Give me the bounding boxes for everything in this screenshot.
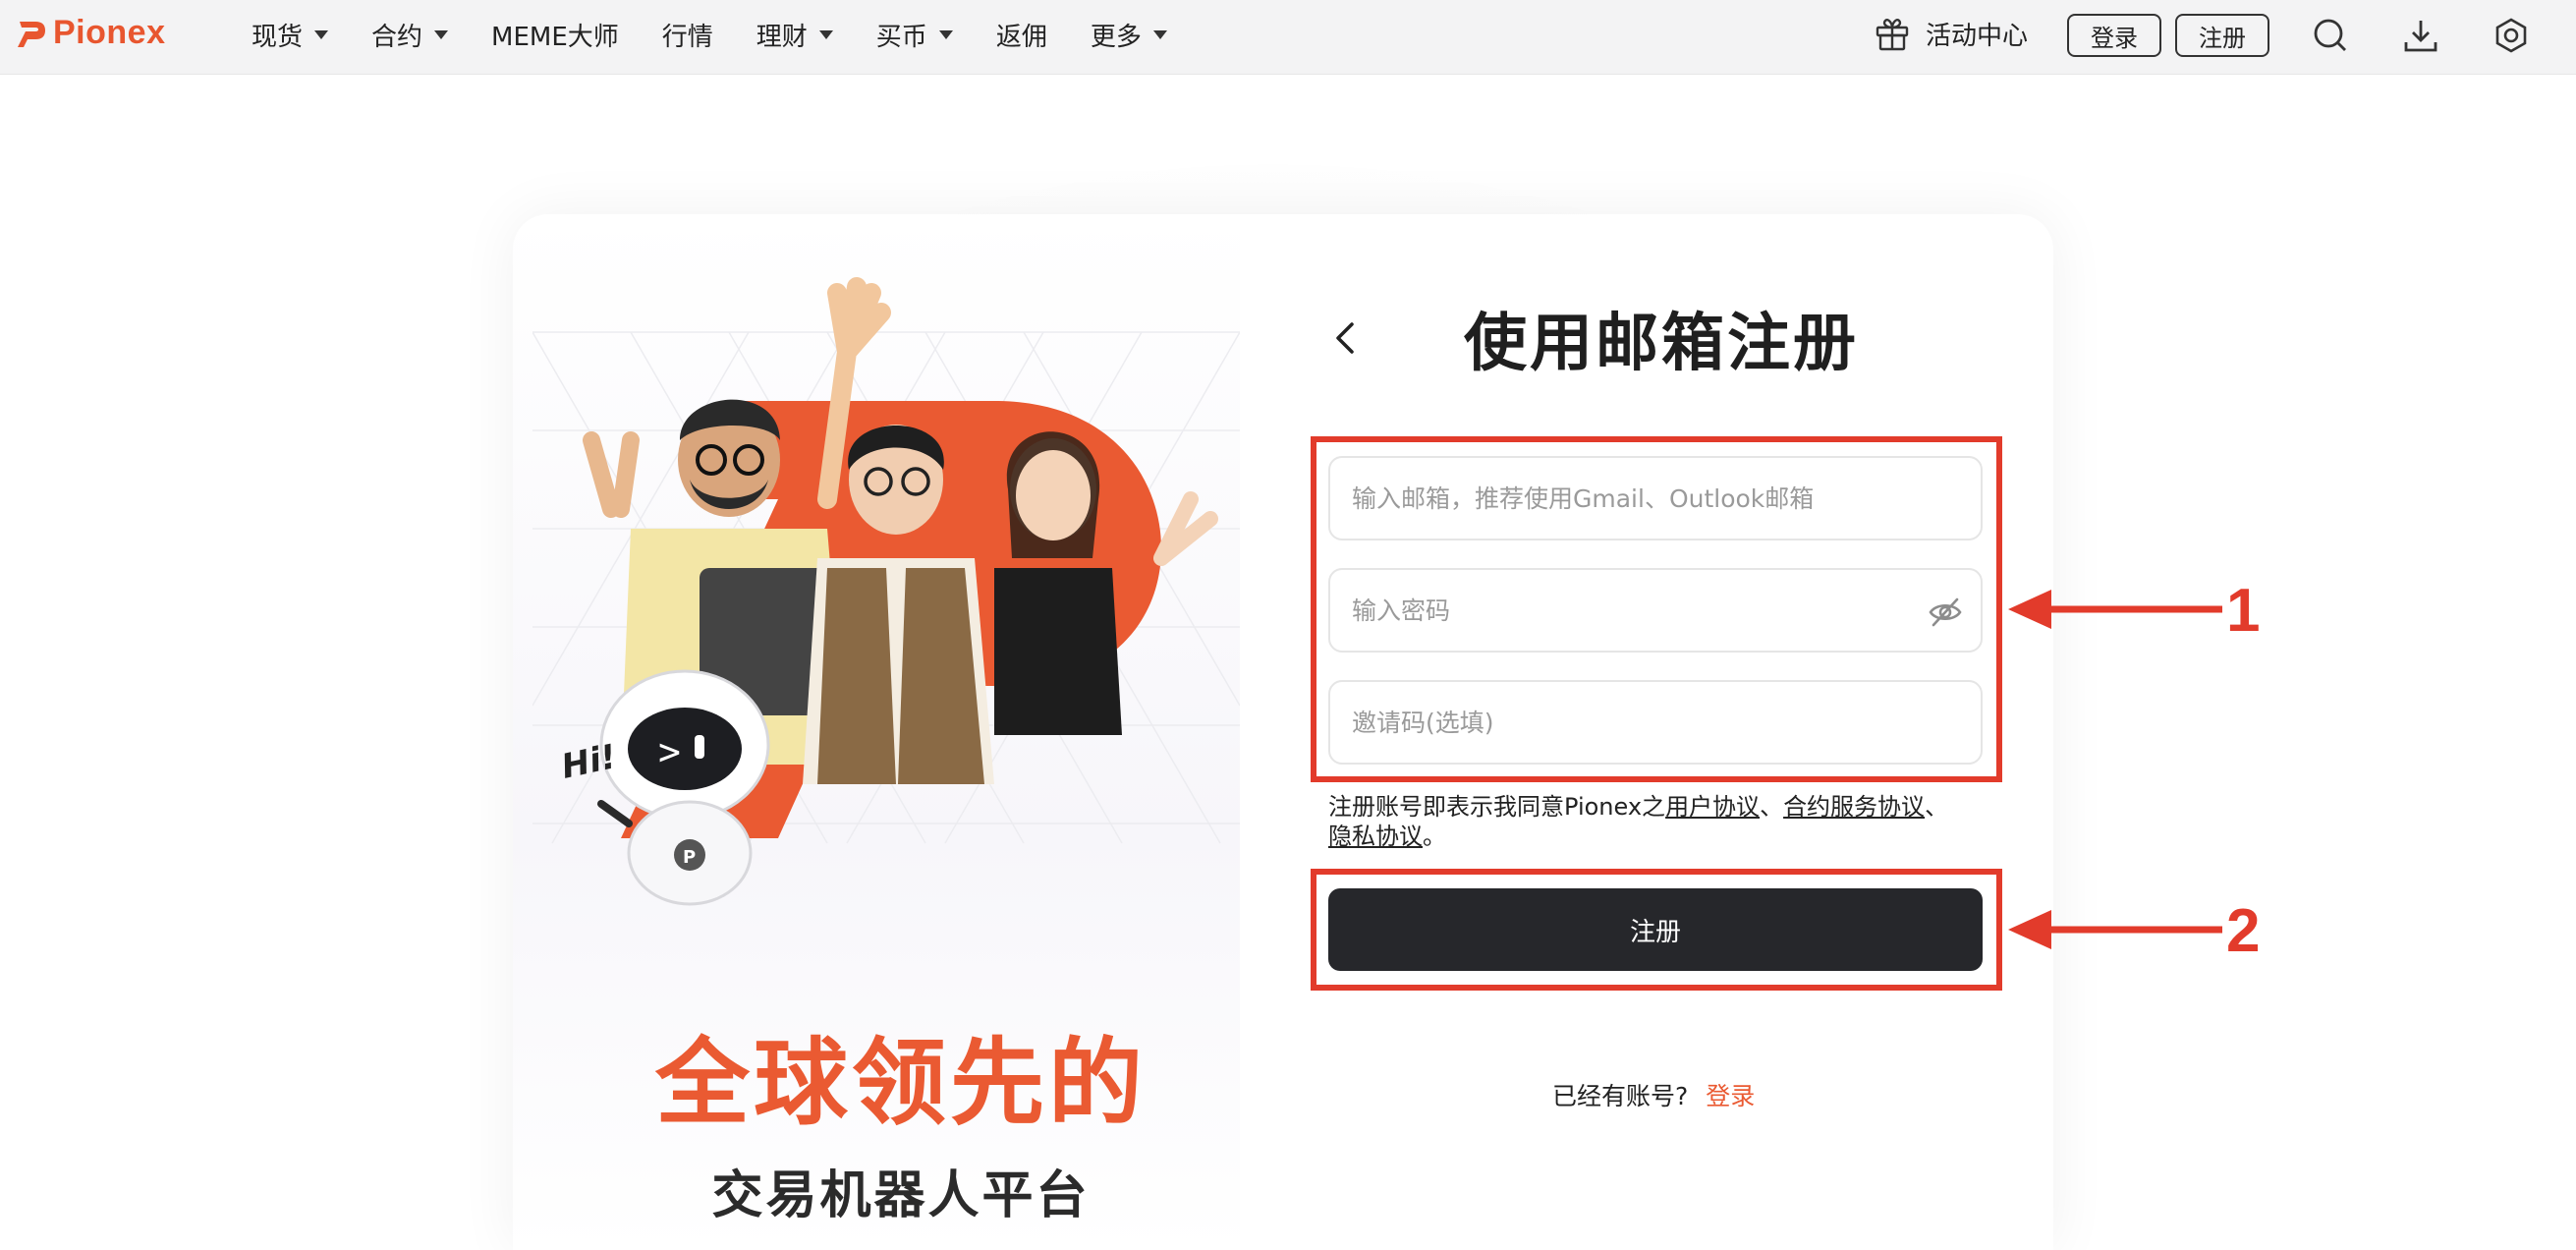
menu-label: 理财: [756, 22, 808, 52]
menu-spot[interactable]: 现货: [252, 17, 329, 53]
menu-label: 返佣: [995, 22, 1047, 52]
menu-label: 合约: [371, 22, 423, 52]
pionex-logo[interactable]: Pionex: [16, 14, 165, 52]
activity-center-link[interactable]: 活动中心: [1873, 14, 2028, 53]
annotation-label-2: 2: [2226, 897, 2261, 965]
agreement-end: 。: [1423, 823, 1446, 850]
annotation-box-1: [1311, 436, 2002, 782]
caret-down-icon: [434, 29, 449, 39]
caret-down-icon: [1152, 29, 1167, 39]
promo-panel: > P Hi! 全球领先的 交易机器人平台: [513, 214, 1240, 1250]
login-button[interactable]: 登录: [2067, 14, 2161, 57]
svg-text:>: >: [658, 730, 681, 773]
agreement-prefix: 注册账号即表示我同意Pionex之: [1328, 793, 1666, 821]
have-account-text: 已经有账号?: [1552, 1082, 1689, 1110]
have-account-line: 已经有账号? 登录: [1552, 1077, 1755, 1112]
promo-subtitle: 交易机器人平台: [711, 1166, 1091, 1225]
settings-icon: [2495, 18, 2527, 53]
menu-rebate[interactable]: 返佣: [996, 17, 1047, 53]
menu-meme[interactable]: MEME大师: [491, 17, 619, 53]
settings-button[interactable]: [2492, 16, 2531, 55]
register-button[interactable]: 注册: [2175, 14, 2269, 57]
menu-futures[interactable]: 合约: [371, 17, 449, 53]
agreement-separator: 、: [1925, 793, 1949, 821]
annotation-arrow-1: [2008, 590, 2222, 629]
login-link[interactable]: 登录: [1706, 1082, 1755, 1110]
logo-text: Pionex: [53, 14, 166, 51]
menu-market[interactable]: 行情: [662, 17, 713, 53]
user-agreement-link[interactable]: 用户协议: [1665, 793, 1760, 821]
annotation-arrow-2: [2008, 910, 2222, 949]
agreement-separator: 、: [1760, 793, 1784, 821]
menu-label: MEME大师: [491, 22, 619, 52]
menu-more[interactable]: 更多: [1091, 17, 1167, 53]
promo-title: 全球领先的: [655, 1028, 1147, 1138]
annotation-label-1: 1: [2226, 577, 2261, 645]
contract-agreement-link[interactable]: 合约服务协议: [1783, 793, 1925, 821]
robot-mascot: > P: [597, 669, 770, 906]
back-chevron-icon[interactable]: [1328, 316, 1364, 360]
menu-label: 行情: [661, 22, 713, 52]
search-icon: [2314, 19, 2346, 51]
svg-text:P: P: [683, 847, 696, 868]
caret-down-icon: [938, 29, 953, 39]
activity-center-label: 活动中心: [1926, 21, 2029, 51]
download-button[interactable]: [2401, 16, 2440, 55]
caret-down-icon: [314, 29, 329, 39]
menu-buy-crypto[interactable]: 买币: [876, 17, 953, 53]
search-button[interactable]: [2311, 16, 2350, 55]
main-menu: 现货 合约 MEME大师 行情 理财 买币 返佣 更多: [252, 0, 1167, 69]
caret-down-icon: [818, 29, 833, 39]
menu-label: 现货: [252, 22, 304, 52]
page-title: 使用邮箱注册: [1464, 308, 1859, 380]
privacy-agreement-link[interactable]: 隐私协议: [1328, 823, 1423, 850]
agreement-text: 注册账号即表示我同意Pionex之用户协议、合约服务协议、 隐私协议。: [1328, 792, 2016, 851]
menu-label: 更多: [1090, 22, 1142, 52]
top-navbar: Pionex 现货 合约 MEME大师 行情 理财 买币 返佣 更多 活动中心 …: [0, 0, 2576, 75]
download-icon: [2404, 21, 2437, 52]
mascot-illustration: > P Hi!: [532, 277, 1240, 906]
pionex-logo-icon: [18, 21, 45, 47]
gift-icon: [1876, 19, 1909, 51]
menu-label: 买币: [875, 22, 927, 52]
annotation-box-2: [1311, 869, 2002, 991]
menu-earn[interactable]: 理财: [756, 17, 833, 53]
